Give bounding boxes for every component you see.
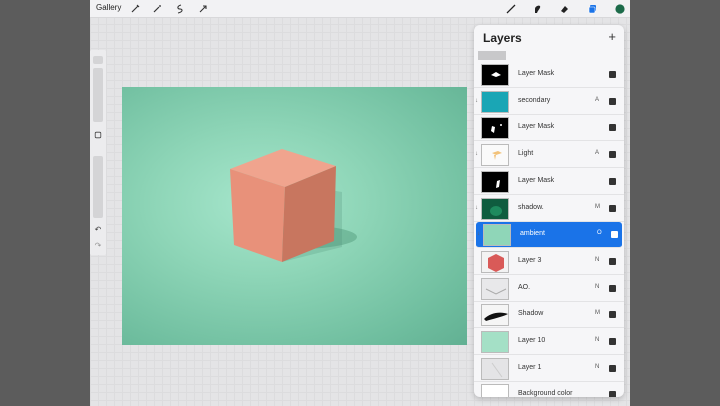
clipping-mask-icon: ↓ [475, 204, 478, 211]
layer-row[interactable]: ↓ ambient O [476, 222, 622, 249]
gallery-button[interactable]: Gallery [96, 3, 121, 12]
blend-mode-button[interactable]: N [595, 257, 599, 263]
layer-name: ambient [520, 230, 545, 238]
layer-thumbnail[interactable] [481, 144, 509, 167]
visibility-checkbox[interactable] [609, 364, 616, 372]
eraser-icon[interactable] [557, 2, 571, 16]
layer-thumbnail[interactable] [481, 357, 509, 380]
layer-row[interactable]: ↓ shadow. M [474, 196, 624, 222]
layer-name: Layer 1 [518, 363, 542, 371]
layer-name: secondary [518, 96, 551, 104]
layer-row[interactable]: Background color [474, 382, 624, 397]
layer-thumbnail[interactable] [481, 117, 509, 140]
layer-thumbnail[interactable] [481, 277, 509, 300]
layer-row[interactable]: Layer 1 N [474, 356, 624, 382]
clipping-mask-icon: ↓ [475, 151, 478, 158]
visibility-checkbox[interactable] [609, 257, 616, 265]
artwork-canvas[interactable] [122, 87, 467, 345]
layer-row[interactable]: ↓ Light A [474, 142, 624, 169]
layer-name: Layer Mask [518, 70, 555, 77]
top-cap [93, 56, 103, 64]
blend-mode-button[interactable]: A [595, 97, 599, 103]
opacity-slider[interactable] [93, 156, 103, 218]
layer-row[interactable]: Layer 3 N [474, 249, 624, 275]
layer-thumbnail[interactable] [481, 250, 509, 273]
wrench-icon[interactable] [128, 2, 142, 16]
layer-name: Layer Mask [518, 123, 555, 131]
visibility-checkbox[interactable] [609, 338, 616, 345]
layers-title: Layers [483, 31, 522, 45]
layer-row[interactable]: Shadow M [474, 302, 624, 329]
side-toolbar: ↶ ↷ [90, 50, 106, 255]
smudge-icon[interactable] [530, 2, 544, 16]
layers-panel: Layers + Layer Mask ↓ secondary A Layer Mask… [474, 25, 624, 397]
brush-size-slider[interactable] [93, 68, 103, 122]
visibility-checkbox[interactable] [609, 177, 616, 185]
redo-icon[interactable]: ↷ [93, 240, 103, 250]
layer-name: Layer 10 [518, 337, 546, 344]
layer-name: Layer 3 [518, 256, 542, 264]
layer-thumbnail[interactable] [481, 90, 509, 113]
visibility-checkbox[interactable] [609, 151, 616, 159]
layer-row[interactable]: Layer Mask [474, 169, 624, 195]
layer-name: Shadow [518, 310, 544, 318]
blend-mode-button[interactable]: A [595, 150, 599, 156]
layer-row[interactable]: AO. N [474, 276, 624, 302]
layer-name: shadow. [518, 203, 544, 211]
blend-mode-button[interactable]: M [595, 310, 600, 316]
layer-row[interactable]: Layer Mask [474, 115, 624, 142]
layer-thumbnail[interactable] [481, 331, 509, 353]
visibility-checkbox[interactable] [609, 97, 616, 105]
blend-mode-button[interactable]: M [595, 204, 600, 210]
visibility-checkbox[interactable] [609, 284, 616, 292]
layer-thumbnail[interactable] [481, 304, 509, 327]
visibility-checkbox[interactable] [609, 391, 616, 397]
blend-mode-button[interactable]: N [595, 284, 599, 290]
layer-name: Background color [518, 390, 573, 397]
visibility-checkbox[interactable] [611, 231, 618, 239]
brush-icon[interactable] [504, 2, 518, 16]
layer-thumbnail[interactable] [481, 64, 509, 86]
blend-mode-button[interactable]: N [595, 364, 599, 370]
layer-row[interactable]: ↓ secondary A [474, 89, 624, 115]
visibility-checkbox[interactable] [609, 71, 616, 78]
layer-thumbnail[interactable] [481, 170, 509, 193]
color-icon[interactable] [613, 2, 627, 16]
top-toolbar: Gallery [90, 0, 630, 18]
layer-row[interactable]: Layer 10 N [474, 329, 624, 355]
layers-icon[interactable] [586, 2, 600, 16]
clipping-mask-icon: ↓ [477, 231, 480, 238]
visibility-checkbox[interactable] [609, 311, 616, 319]
layer-row[interactable]: Layer Mask [474, 62, 624, 88]
layer-name: Light [518, 150, 534, 158]
procreate-app: Gallery ↶ ↷ Layers + Layer Mask ↓ second… [90, 0, 630, 406]
layer-thumbnail[interactable] [483, 224, 511, 247]
selection-icon[interactable] [173, 2, 187, 16]
layer-thumbnail[interactable] [481, 384, 509, 397]
magic-wand-icon[interactable] [150, 2, 164, 16]
add-layer-button[interactable]: + [608, 29, 616, 44]
modify-button[interactable] [93, 130, 103, 140]
transform-icon[interactable] [196, 2, 210, 16]
layer-thumbnail[interactable] [481, 197, 509, 220]
blend-mode-button[interactable]: N [595, 337, 599, 343]
undo-icon[interactable]: ↶ [93, 224, 103, 234]
visibility-checkbox[interactable] [609, 204, 616, 212]
layer-name: AO. [518, 283, 531, 291]
clipping-mask-icon: ↓ [475, 97, 478, 104]
layer-name: Layer Mask [518, 176, 555, 184]
layer-thumb-partial [478, 51, 506, 60]
blend-mode-button[interactable]: O [597, 230, 602, 236]
cube-artwork [230, 149, 357, 262]
visibility-checkbox[interactable] [609, 124, 616, 132]
